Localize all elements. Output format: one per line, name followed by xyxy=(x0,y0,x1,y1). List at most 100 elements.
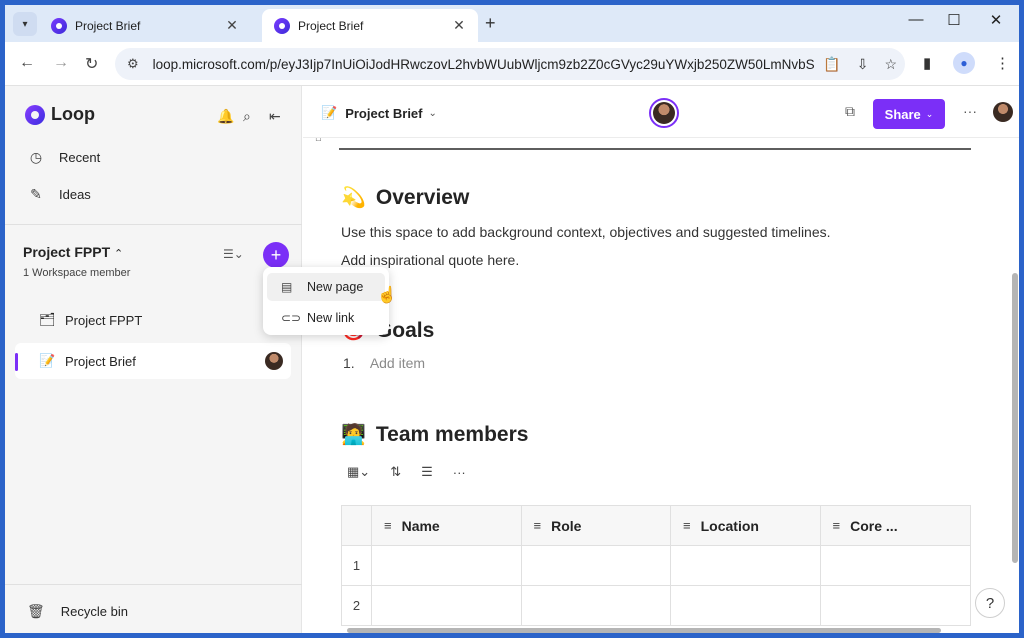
star-icon[interactable]: ☆ xyxy=(884,56,897,73)
sort-icon[interactable]: ☰⌄ xyxy=(223,247,244,261)
table-cell[interactable] xyxy=(522,546,672,585)
profile-icon[interactable]: ● xyxy=(953,52,975,74)
maximize-icon[interactable]: ☐ xyxy=(931,11,977,29)
menu-item-label: New link xyxy=(307,311,355,325)
plus-icon[interactable]: + xyxy=(485,13,496,34)
pencil-page-icon: 📝 xyxy=(39,353,56,368)
page-item-project-brief[interactable]: 📝 Project Brief xyxy=(15,343,291,379)
index-header xyxy=(342,506,372,545)
menu-item-new-page[interactable]: ▤ New page xyxy=(267,273,385,301)
sidepanel-icon[interactable]: ▮ xyxy=(923,54,931,72)
divider xyxy=(5,224,302,225)
table-cell[interactable] xyxy=(372,546,522,585)
close-window-icon[interactable]: ✕ xyxy=(973,11,1019,29)
divider xyxy=(339,148,971,150)
tab-title: Project Brief xyxy=(298,18,364,33)
comment-icon[interactable]: ⌂ xyxy=(315,138,322,144)
avatar[interactable] xyxy=(993,102,1013,122)
column-header[interactable]: ≡ Core ... xyxy=(820,506,970,545)
workspace-page-icon: 🗂 xyxy=(39,312,56,327)
back-icon[interactable]: ← xyxy=(19,54,35,72)
vertical-scrollbar[interactable] xyxy=(1012,273,1018,563)
horizontal-scrollbar[interactable] xyxy=(347,628,941,633)
page-label: Project Brief xyxy=(65,353,136,369)
team-table: ≡ Name ≡ Role ≡ Location ≡ Core ... 1 2 xyxy=(341,505,971,626)
tab-search-icon[interactable]: ▾ xyxy=(13,12,37,36)
row-number: 1 xyxy=(342,546,372,585)
table-view-icon[interactable]: ▦⌄ xyxy=(347,464,370,480)
chevron-updown-icon[interactable]: ⌃ xyxy=(114,248,123,260)
document-header: 📝 Project Brief ⌄ ⧉ Share ⌄ ··· xyxy=(303,86,1019,138)
more-icon[interactable]: ··· xyxy=(963,103,977,119)
workspace-members: 1 Workspace member xyxy=(23,267,131,279)
help-button[interactable]: ? xyxy=(975,588,1005,618)
table-cell[interactable] xyxy=(821,546,970,585)
table-cell[interactable] xyxy=(671,586,821,625)
column-header[interactable]: ≡ Name xyxy=(371,506,522,545)
list-item[interactable]: 1. Add item xyxy=(343,355,425,371)
add-menu-popup: ▤ New page ⊂⊃ New link xyxy=(263,267,389,335)
clipboard-icon[interactable]: 📋 xyxy=(823,56,840,73)
menu-icon[interactable]: ⋮ xyxy=(995,54,1010,72)
brand-name: Loop xyxy=(51,104,95,124)
table-header-row: ≡ Name ≡ Role ≡ Location ≡ Core ... xyxy=(342,506,970,546)
table-cell[interactable] xyxy=(522,586,672,625)
chevron-down-icon: ⌄ xyxy=(428,107,437,119)
share-button[interactable]: Share ⌄ xyxy=(873,99,945,129)
forward-icon[interactable]: → xyxy=(53,54,69,72)
copy-link-icon[interactable]: ⧉ xyxy=(845,103,855,120)
tab-title: Project Brief xyxy=(75,18,141,33)
filter-icon[interactable]: ☰ xyxy=(421,464,433,480)
table-cell[interactable] xyxy=(671,546,821,585)
doc-title-label: Project Brief xyxy=(345,105,423,121)
tab-strip: ▾ Project Brief ✕ Project Brief ✕ + — ☐ … xyxy=(5,5,1019,42)
search-icon[interactable]: ⌕ xyxy=(243,108,251,125)
list-placeholder: Add item xyxy=(369,355,426,371)
collaborator-avatar[interactable] xyxy=(649,98,679,128)
address-bar[interactable]: ⚙ loop.microsoft.com/p/eyJ3Ijp7InUiOiJod… xyxy=(115,48,905,80)
text-column-icon: ≡ xyxy=(533,518,542,533)
site-info-icon[interactable]: ⚙ xyxy=(127,56,139,72)
link-icon: ⊂⊃ xyxy=(281,311,302,325)
loop-logo-icon xyxy=(25,104,45,125)
new-page-icon: ▤ xyxy=(281,280,293,294)
divider xyxy=(5,584,302,585)
collapse-sidebar-icon[interactable]: ⇤ xyxy=(269,108,281,125)
bell-icon[interactable]: 🔔 xyxy=(217,108,234,125)
recycle-bin-button[interactable]: 🗑 Recycle bin xyxy=(27,603,128,620)
browser-tab-active[interactable]: Project Brief ✕ xyxy=(262,9,478,42)
workspace-title[interactable]: Project FPPT ⌃ xyxy=(23,244,123,260)
share-label: Share xyxy=(884,106,921,122)
quote-text[interactable]: Add inspirational quote here. xyxy=(341,252,519,268)
overview-text[interactable]: Use this space to add background context… xyxy=(341,224,831,240)
column-header[interactable]: ≡ Role xyxy=(521,506,672,545)
section-heading-team[interactable]: 🧑‍💻 Team members xyxy=(341,422,528,447)
table-cell[interactable] xyxy=(372,586,522,625)
column-header[interactable]: ≡ Location xyxy=(671,506,821,545)
document-title[interactable]: 📝 Project Brief ⌄ xyxy=(321,105,437,121)
more-icon[interactable]: ··· xyxy=(453,465,466,480)
close-icon[interactable]: ✕ xyxy=(223,17,241,34)
page-label: Project FPPT xyxy=(65,312,143,328)
add-button[interactable]: + xyxy=(263,242,289,268)
brand[interactable]: Loop xyxy=(25,104,95,125)
sidebar-item-ideas[interactable]: ✎ Ideas xyxy=(27,186,91,203)
text-column-icon: ≡ xyxy=(683,518,691,533)
sidebar-item-label: Ideas xyxy=(59,187,91,202)
close-icon[interactable]: ✕ xyxy=(450,17,468,34)
menu-item-new-link[interactable]: ⊂⊃ New link xyxy=(267,304,385,332)
table-row: 2 xyxy=(342,586,970,626)
reload-icon[interactable]: ↻ xyxy=(85,54,98,74)
sidebar-item-recent[interactable]: ◷ Recent xyxy=(27,149,100,166)
section-heading-overview[interactable]: 💫 Overview xyxy=(341,185,469,210)
url-text[interactable]: loop.microsoft.com/p/eyJ3Ijp7InUiOiJodHR… xyxy=(153,57,816,72)
browser-tab[interactable]: Project Brief ✕ xyxy=(39,9,251,42)
table-cell[interactable] xyxy=(821,586,970,625)
ideas-icon: ✎ xyxy=(30,186,42,202)
sort-icon[interactable]: ⇅ xyxy=(390,464,401,480)
recycle-label: Recycle bin xyxy=(60,604,128,619)
trash-icon: 🗑 xyxy=(27,603,45,619)
page-item-project-fppt[interactable]: 🗂 Project FPPT xyxy=(15,302,291,338)
sidebar: Loop 🔔 ⌕ ⇤ ◷ Recent ✎ Ideas Project FPPT… xyxy=(5,86,302,633)
install-icon[interactable]: ⇩ xyxy=(857,56,869,73)
